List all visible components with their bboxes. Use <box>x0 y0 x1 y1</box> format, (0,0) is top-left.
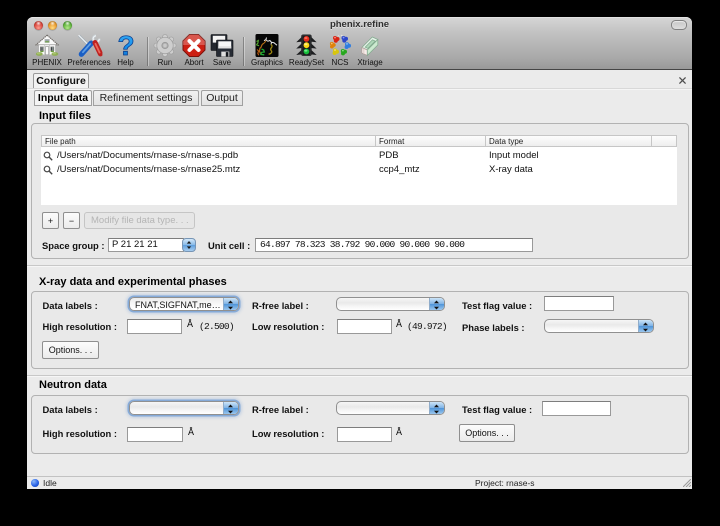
svg-text:?: ? <box>117 34 134 58</box>
